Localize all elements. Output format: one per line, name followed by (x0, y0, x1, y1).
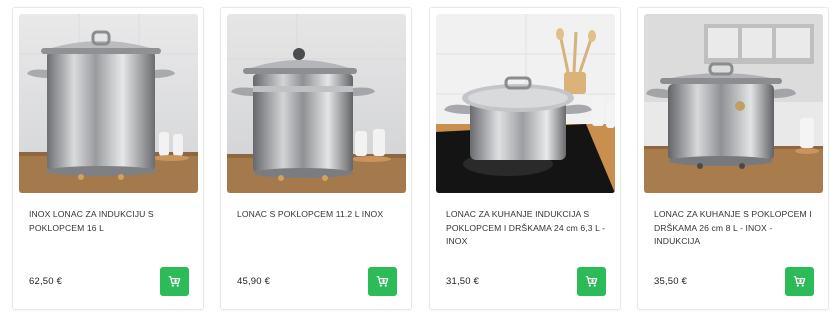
product-image (644, 14, 823, 193)
add-to-cart-button[interactable] (785, 267, 814, 296)
product-title[interactable]: LONAC ZA KUHANJE INDUKCIJA S POKLOPCEM I… (446, 208, 612, 249)
product-title[interactable]: INOX LONAC ZA INDUKCIJU S POKLOPCEM 16 L (29, 208, 195, 235)
cart-plus-icon (376, 275, 389, 287)
product-image-link[interactable] (19, 14, 198, 193)
product-card: LONAC ZA KUHANJE S POKLOPCEM I DRŠKAMA 2… (637, 7, 829, 310)
product-image-link[interactable] (227, 14, 406, 193)
product-image (19, 14, 198, 193)
product-price: 35,50 € (654, 276, 688, 287)
product-image-link[interactable] (436, 14, 615, 193)
product-image (227, 14, 406, 193)
cart-plus-icon (585, 275, 598, 287)
product-card: LONAC S POKLOPCEM 11.2 L INOX 45,90 € (220, 7, 412, 310)
add-to-cart-button[interactable] (160, 267, 189, 296)
cart-plus-icon (168, 275, 181, 287)
product-grid: INOX LONAC ZA INDUKCIJU S POKLOPCEM 16 L… (0, 0, 840, 317)
product-price: 45,90 € (237, 276, 271, 287)
add-to-cart-button[interactable] (577, 267, 606, 296)
product-image-link[interactable] (644, 14, 823, 193)
product-card: LONAC ZA KUHANJE INDUKCIJA S POKLOPCEM I… (429, 7, 621, 310)
product-image (436, 14, 615, 193)
product-title[interactable]: LONAC ZA KUHANJE S POKLOPCEM I DRŠKAMA 2… (654, 208, 820, 249)
cart-plus-icon (793, 275, 806, 287)
product-price: 31,50 € (446, 276, 480, 287)
add-to-cart-button[interactable] (368, 267, 397, 296)
product-title[interactable]: LONAC S POKLOPCEM 11.2 L INOX (237, 208, 403, 222)
product-price: 62,50 € (29, 276, 63, 287)
product-card: INOX LONAC ZA INDUKCIJU S POKLOPCEM 16 L… (12, 7, 204, 310)
